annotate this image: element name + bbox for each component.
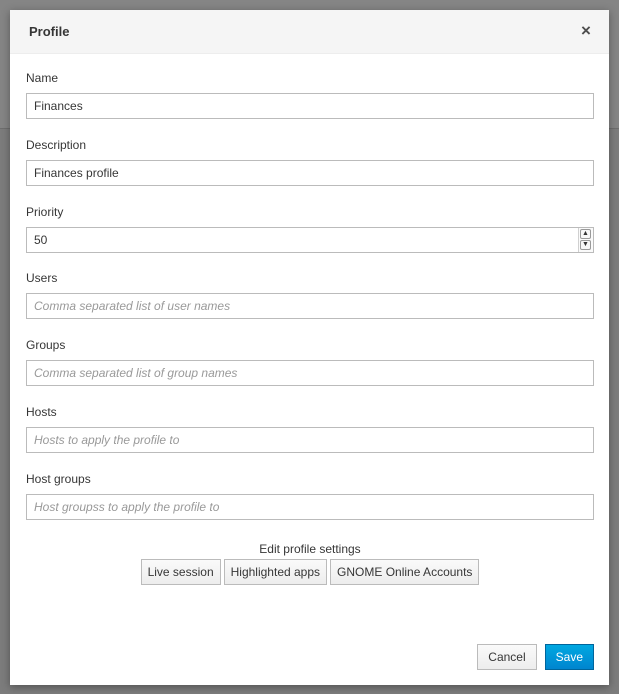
users-label: Users (26, 271, 58, 285)
cancel-button[interactable]: Cancel (477, 644, 537, 670)
name-input[interactable]: Finances (26, 93, 594, 119)
priority-input[interactable]: 50 ▲ ▼ (26, 227, 594, 253)
dialog-footer: Cancel Save (477, 644, 594, 670)
settings-button-group: Live session Highlighted apps GNOME Onli… (26, 559, 594, 585)
profile-form: Name Finances Description Finances profi… (26, 70, 594, 585)
chevron-down-icon[interactable]: ▼ (580, 240, 591, 250)
priority-stepper: ▲ ▼ (578, 228, 593, 252)
dialog-title: Profile (29, 24, 70, 39)
users-input[interactable]: Comma separated list of user names (26, 293, 594, 319)
description-label: Description (26, 138, 87, 152)
chevron-up-icon[interactable]: ▲ (580, 229, 591, 239)
groups-input[interactable]: Comma separated list of group names (26, 360, 594, 386)
gnome-online-accounts-button[interactable]: GNOME Online Accounts (330, 559, 480, 585)
host-groups-field: Host groups Host groupss to apply the pr… (26, 471, 594, 520)
description-input[interactable]: Finances profile (26, 160, 594, 186)
dialog-header: Profile × (10, 10, 609, 54)
name-label: Name (26, 71, 59, 85)
priority-label: Priority (26, 205, 64, 219)
name-field: Name Finances (26, 70, 594, 119)
highlighted-apps-button[interactable]: Highlighted apps (223, 559, 328, 585)
groups-field: Groups Comma separated list of group nam… (26, 337, 594, 386)
host-groups-input[interactable]: Host groupss to apply the profile to (26, 494, 594, 520)
hosts-input[interactable]: Hosts to apply the profile to (26, 427, 594, 453)
groups-label: Groups (26, 338, 66, 352)
users-field: Users Comma separated list of user names (26, 270, 594, 319)
profile-dialog: Profile × Name Finances Description Fina… (10, 10, 609, 685)
save-button[interactable]: Save (544, 644, 594, 670)
host-groups-label: Host groups (26, 472, 91, 486)
priority-value: 50 (34, 233, 48, 247)
hosts-field: Hosts Hosts to apply the profile to (26, 404, 594, 453)
priority-field: Priority 50 ▲ ▼ (26, 204, 594, 253)
hosts-label: Hosts (26, 405, 57, 419)
description-field: Description Finances profile (26, 137, 594, 186)
edit-settings-title: Edit profile settings (259, 542, 361, 556)
close-icon[interactable]: × (579, 22, 593, 40)
live-session-button[interactable]: Live session (140, 559, 221, 585)
